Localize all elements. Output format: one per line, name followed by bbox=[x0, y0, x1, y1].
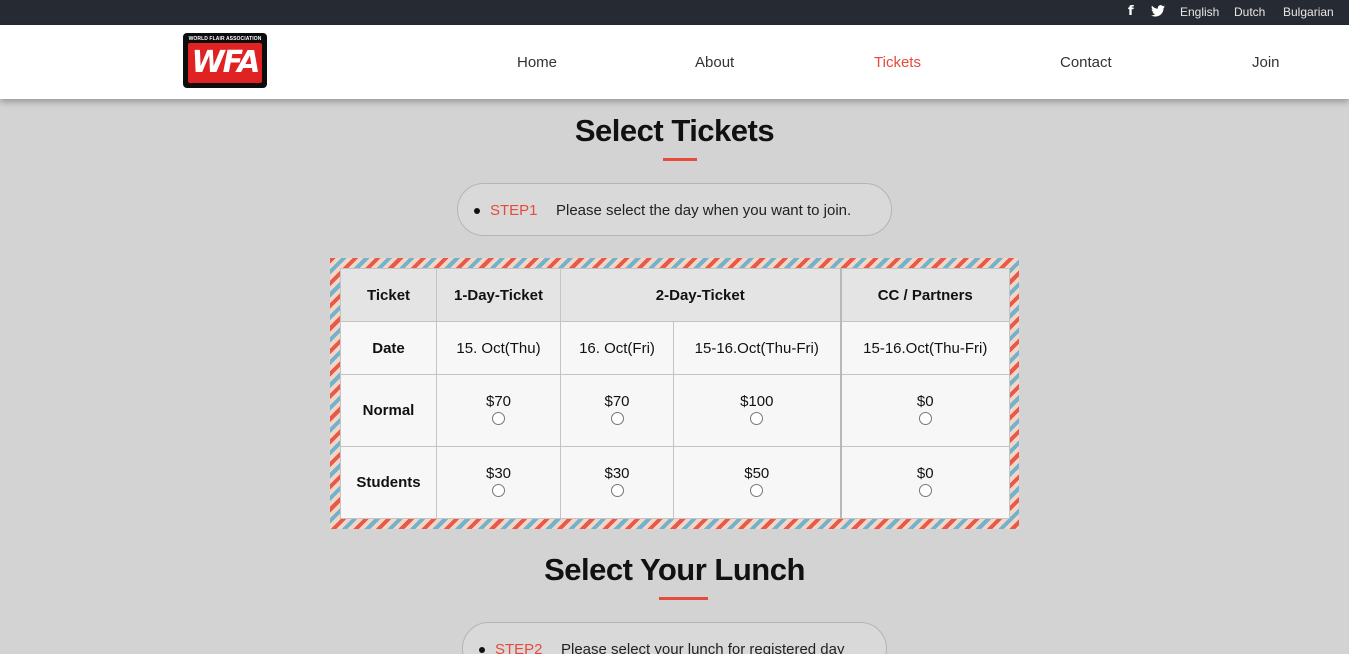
nav-tickets[interactable]: Tickets bbox=[874, 54, 921, 71]
ticket-radio[interactable] bbox=[610, 483, 624, 497]
step2-label: STEP2 bbox=[495, 641, 543, 654]
price-cell: $30 bbox=[436, 446, 561, 519]
price-cell: $0 bbox=[839, 374, 1010, 447]
price-value: $0 bbox=[916, 392, 934, 410]
language-english-link[interactable]: English bbox=[1180, 5, 1219, 19]
step1-label: STEP1 bbox=[490, 202, 538, 219]
logo-mark: WFA bbox=[188, 43, 262, 83]
ticket-radio[interactable] bbox=[492, 411, 505, 425]
nav-about[interactable]: About bbox=[695, 54, 734, 71]
price-cell: $70 bbox=[560, 374, 674, 447]
price-cell: $50 bbox=[673, 446, 841, 519]
top-bar: f English Dutch Bulgarian bbox=[0, 0, 1349, 25]
price-value: $70 bbox=[604, 392, 630, 410]
step1-instruction: STEP1 Please select the day when you wan… bbox=[457, 183, 892, 236]
step2-instruction: STEP2 Please select your lunch for regis… bbox=[462, 622, 887, 654]
price-value: $30 bbox=[604, 464, 630, 482]
main-navbar: WORLD FLAIR ASSOCIATION WFA Home About T… bbox=[0, 25, 1349, 99]
ticket-radio[interactable] bbox=[610, 411, 624, 425]
ticket-radio[interactable] bbox=[750, 483, 764, 497]
language-bulgarian-link[interactable]: Bulgarian bbox=[1283, 5, 1334, 19]
wfa-logo[interactable]: WORLD FLAIR ASSOCIATION WFA bbox=[183, 33, 267, 88]
ticket-radio[interactable] bbox=[492, 483, 505, 497]
ticket-radio[interactable] bbox=[918, 483, 932, 497]
date-cell: 15-16.Oct(Thu-Fri) bbox=[839, 321, 1010, 375]
nav-contact[interactable]: Contact bbox=[1060, 54, 1112, 71]
twitter-icon[interactable] bbox=[1151, 5, 1165, 21]
price-value: $100 bbox=[740, 392, 774, 410]
date-cell: 16. Oct(Fri) bbox=[560, 321, 674, 375]
date-cell: 15-16.Oct(Thu-Fri) bbox=[673, 321, 841, 375]
price-cell: $30 bbox=[560, 446, 674, 519]
ticket-radio[interactable] bbox=[918, 411, 932, 425]
row-label-students: Students bbox=[340, 446, 437, 519]
ticket-table: Ticket 1-Day-Ticket 2-Day-Ticket CC / Pa… bbox=[340, 268, 1010, 519]
facebook-icon[interactable]: f bbox=[1128, 4, 1134, 19]
nav-join[interactable]: Join bbox=[1252, 54, 1280, 71]
step1-text: Please select the day when you want to j… bbox=[556, 202, 852, 219]
logo-tagline: WORLD FLAIR ASSOCIATION bbox=[188, 36, 262, 42]
price-cell: $70 bbox=[436, 374, 561, 447]
row-label-date: Date bbox=[340, 321, 437, 375]
price-cell: $0 bbox=[839, 446, 1010, 519]
lunch-section-title: Select Your Lunch bbox=[544, 552, 805, 587]
row-label-normal: Normal bbox=[340, 374, 437, 447]
price-value: $30 bbox=[485, 464, 512, 482]
list-bullet bbox=[479, 647, 485, 653]
tickets-section-title: Select Tickets bbox=[574, 113, 775, 148]
nav-home[interactable]: Home bbox=[517, 54, 557, 71]
language-dutch-link[interactable]: Dutch bbox=[1234, 5, 1265, 19]
header-2-day-ticket: 2-Day-Ticket bbox=[560, 268, 841, 322]
lunch-title-underline bbox=[659, 597, 708, 600]
table-row: Date 15. Oct(Thu) 16. Oct(Fri) 15-16.Oct… bbox=[340, 321, 1010, 375]
tickets-title-underline bbox=[663, 158, 697, 161]
price-value: $0 bbox=[916, 464, 934, 482]
table-header-row: Ticket 1-Day-Ticket 2-Day-Ticket CC / Pa… bbox=[340, 268, 1010, 322]
price-value: $50 bbox=[744, 464, 770, 482]
price-cell: $100 bbox=[673, 374, 841, 447]
header-cc-partners: CC / Partners bbox=[839, 268, 1010, 322]
ticket-radio[interactable] bbox=[750, 411, 764, 425]
table-row: Students $30 $30 $50 $0 bbox=[340, 446, 1010, 519]
date-cell: 15. Oct(Thu) bbox=[436, 321, 561, 375]
list-bullet bbox=[474, 208, 480, 214]
step2-text: Please select your lunch for registered … bbox=[561, 641, 845, 654]
table-row: Normal $70 $70 $100 $0 bbox=[340, 374, 1010, 447]
header-ticket: Ticket bbox=[340, 268, 437, 322]
price-value: $70 bbox=[485, 392, 512, 410]
header-1-day-ticket: 1-Day-Ticket bbox=[436, 268, 561, 322]
